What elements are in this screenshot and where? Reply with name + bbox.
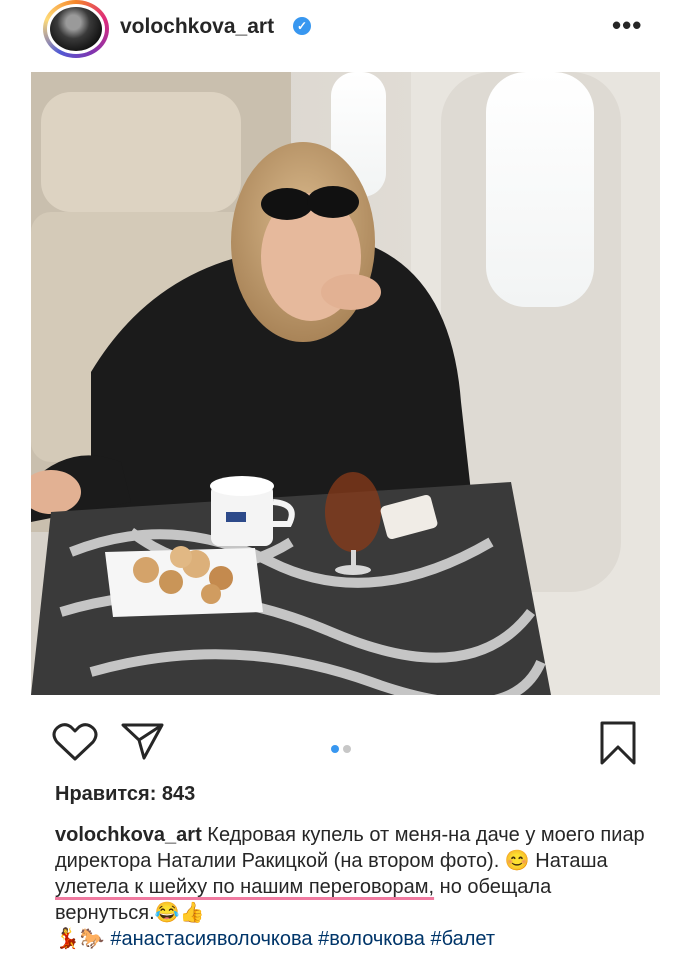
sunglasses-bridge xyxy=(309,198,315,202)
cookie xyxy=(159,570,183,594)
send-icon[interactable] xyxy=(120,720,166,762)
cookie xyxy=(133,557,159,583)
caption-username[interactable]: volochkova_art xyxy=(55,824,202,846)
post-caption: volochkova_art Кедровая купель от меня-н… xyxy=(55,822,655,952)
person-hand-chin xyxy=(321,274,381,310)
window-right xyxy=(486,72,594,307)
cup-logo xyxy=(226,512,246,522)
likes-count[interactable]: Нравится: 843 xyxy=(55,783,195,806)
cup-rim xyxy=(210,476,274,496)
post-image[interactable] xyxy=(31,72,660,695)
post-photo-svg xyxy=(31,72,660,695)
carousel-dot-active xyxy=(331,745,339,753)
more-options-icon[interactable]: ••• xyxy=(612,10,642,41)
dancer-horse-emoji: 💃🐎 xyxy=(55,928,105,950)
avatar[interactable] xyxy=(43,0,109,58)
cookie xyxy=(170,546,192,568)
post-username[interactable]: volochkova_art xyxy=(120,15,274,39)
cookie xyxy=(201,584,221,604)
glass-base xyxy=(335,565,371,575)
carousel-dot xyxy=(343,745,351,753)
laugh-thumbs-emoji: 😂👍 xyxy=(154,902,205,924)
post-header: volochkova_art ✓ ••• xyxy=(0,0,690,64)
avatar-image xyxy=(50,7,102,51)
sunglasses-left xyxy=(261,188,313,220)
caption-text: Наташа xyxy=(529,850,608,872)
carousel-indicator xyxy=(331,740,355,758)
smile-emoji: 😊 xyxy=(504,850,530,872)
seat-headrest xyxy=(41,92,241,212)
caption-highlight: улетела к шейху по нашим переговорам, xyxy=(55,876,435,898)
action-bar xyxy=(0,710,690,770)
bookmark-icon[interactable] xyxy=(598,720,638,766)
heart-icon[interactable] xyxy=(52,722,98,762)
caption-hashtags[interactable]: #анастасияволочкова #волочкова #балет xyxy=(105,928,495,950)
verified-badge-icon: ✓ xyxy=(293,17,311,35)
brandy-glass xyxy=(325,472,381,552)
